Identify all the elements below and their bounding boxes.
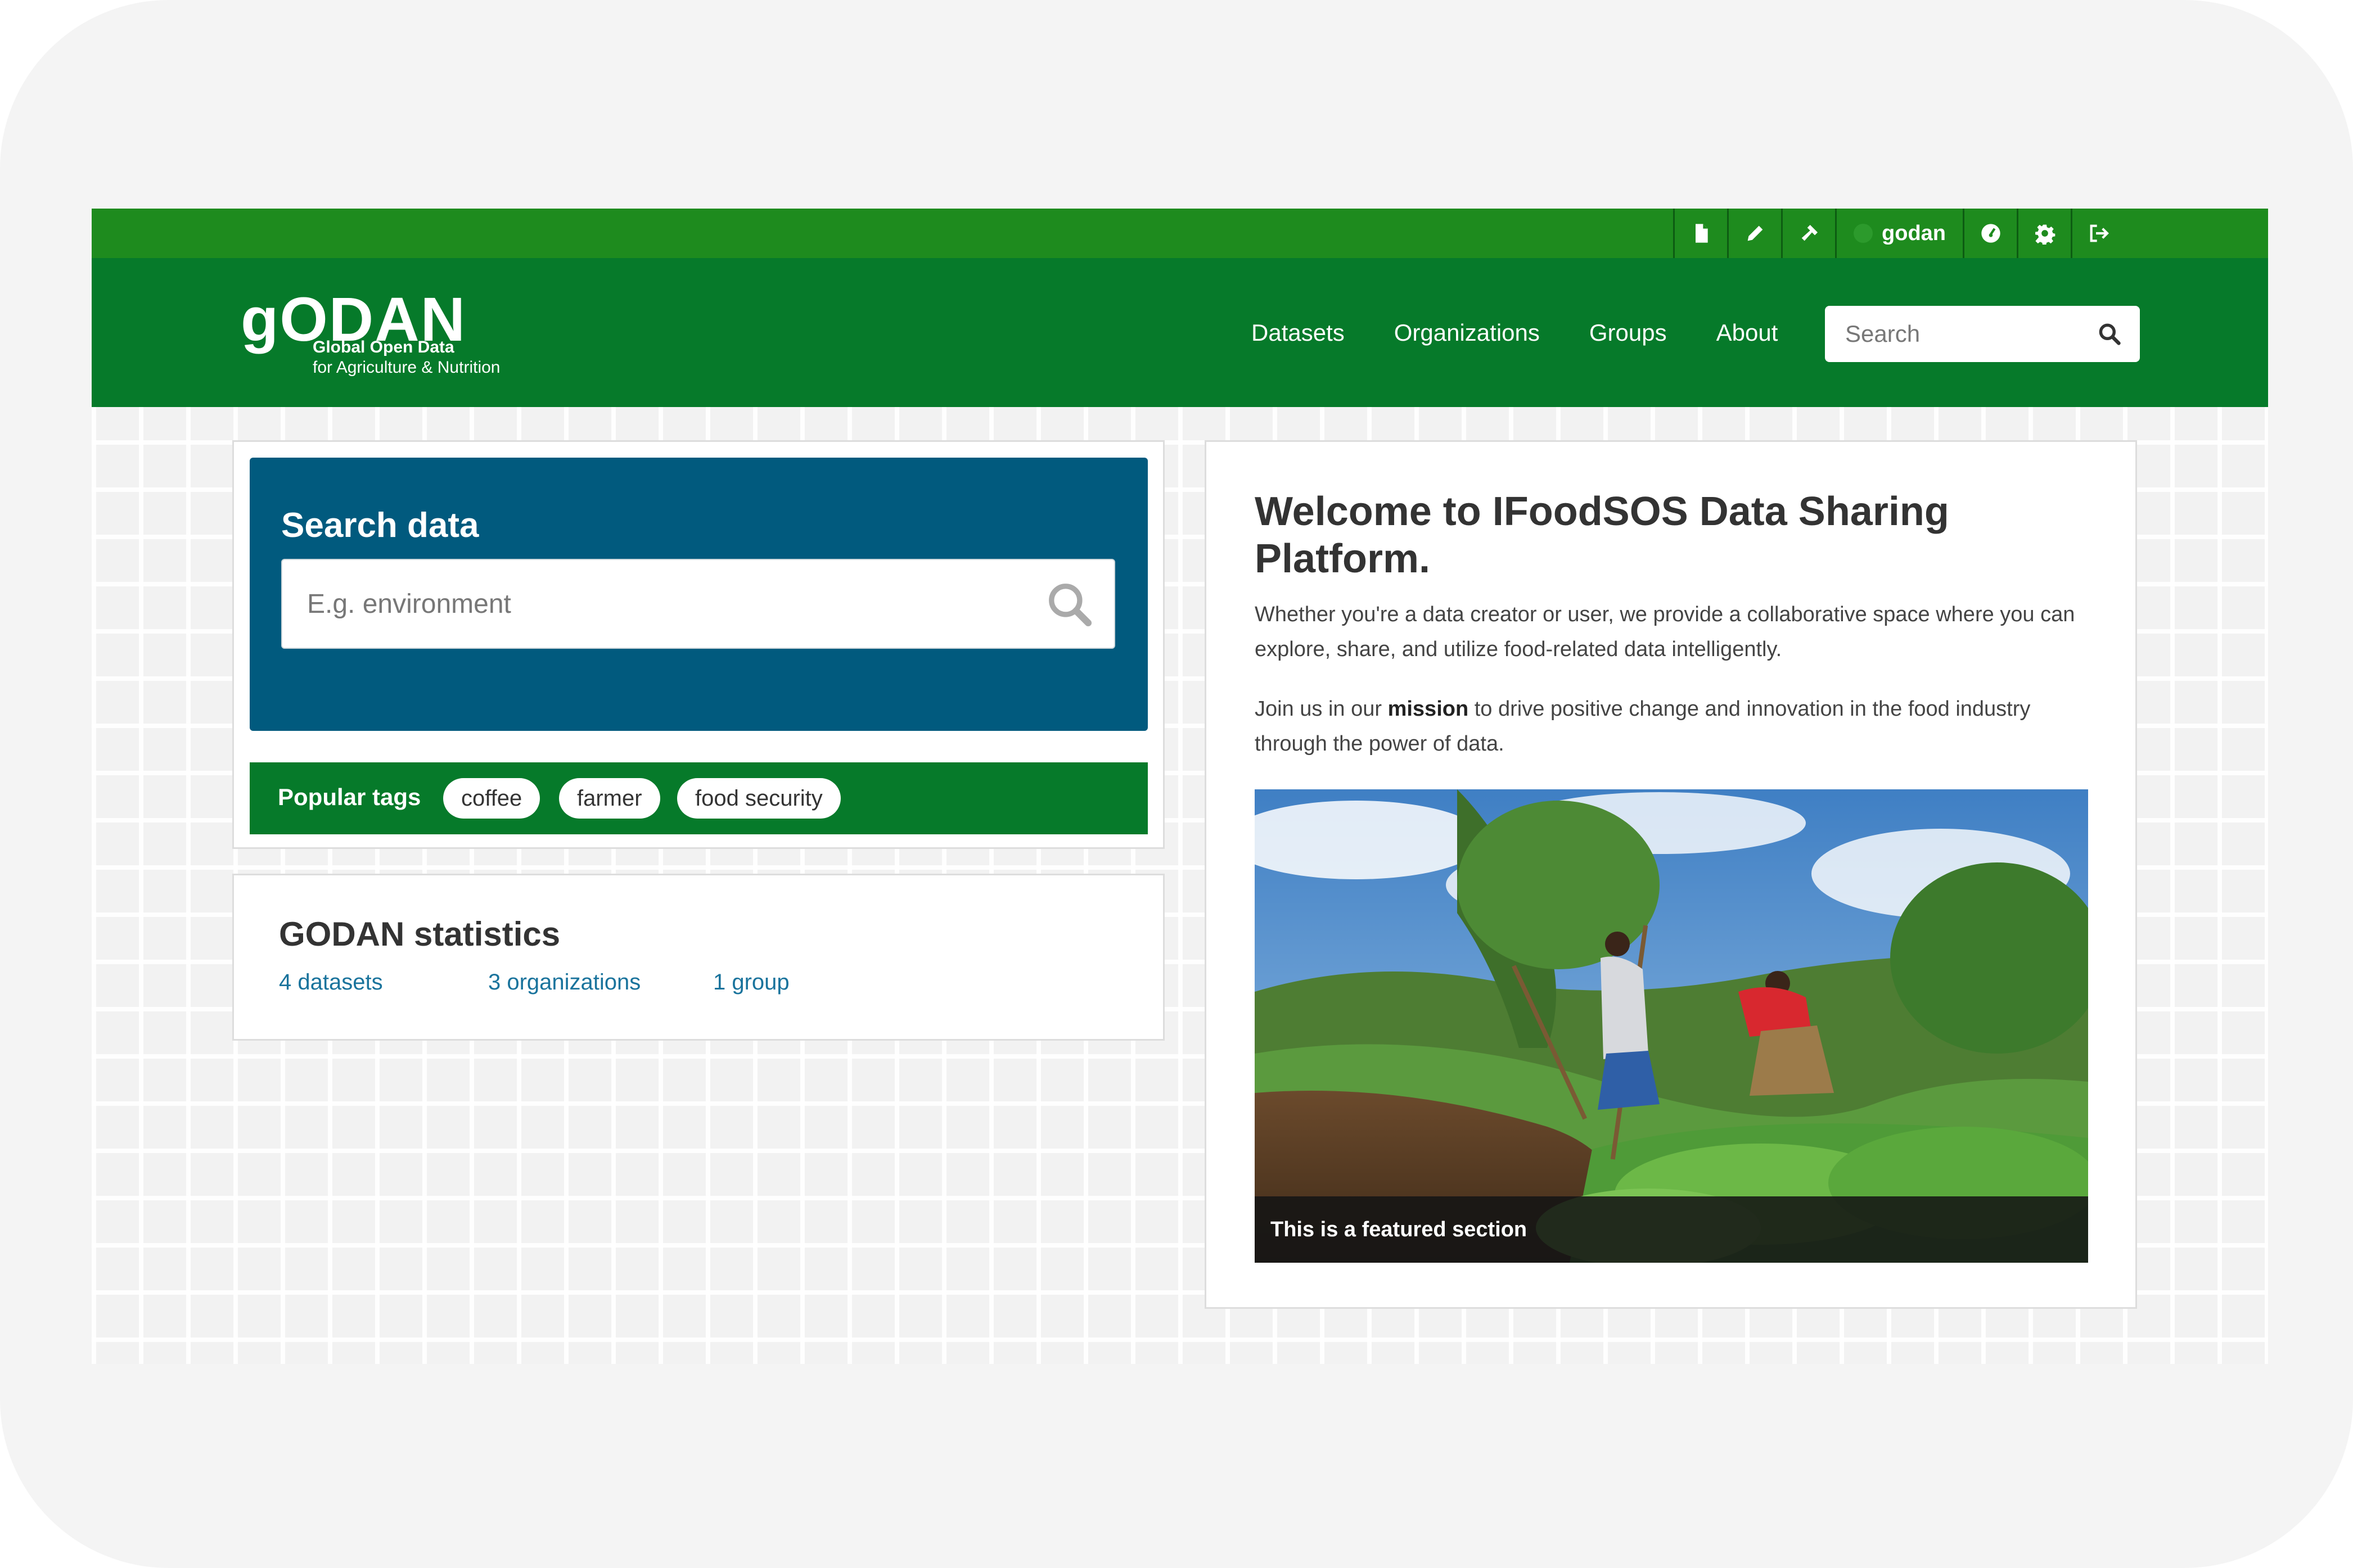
site-logo[interactable]: gODAN Global Open Data for Agriculture &…	[241, 286, 533, 387]
nav-datasets[interactable]: Datasets	[1251, 319, 1345, 346]
hammer-icon	[1801, 225, 1818, 241]
tag-food-security[interactable]: food security	[677, 778, 841, 819]
logo-subtitle-line2: for Agriculture & Nutrition	[313, 358, 501, 377]
welcome-mission-text: Join us in our mission to drive positive…	[1255, 692, 2087, 761]
tag-farmer[interactable]: farmer	[559, 778, 660, 819]
welcome-card: Welcome to IFoodSOS Data Sharing Platfor…	[1205, 440, 2137, 1309]
header-search	[1825, 306, 2140, 362]
pencil-icon	[1747, 225, 1763, 241]
settings-icon-button[interactable]	[2017, 209, 2071, 258]
stat-organizations-link[interactable]: 3 organizations	[488, 970, 641, 995]
site-page: godan gODAN Global Open Data for Agricul…	[92, 209, 2268, 1364]
mission-text-before: Join us in our	[1255, 697, 1388, 721]
nav-organizations[interactable]: Organizations	[1394, 319, 1540, 346]
search-card: Search data Popular tags coffee farmer f…	[232, 440, 1165, 849]
popular-tags-bar: Popular tags coffee farmer food security	[250, 762, 1148, 834]
dashboard-icon	[1981, 224, 2000, 243]
featured-caption-text: This is a featured section	[1270, 1218, 1527, 1241]
logout-icon-button[interactable]	[2071, 209, 2125, 258]
avatar-icon	[1854, 224, 1873, 243]
browser-frame: godan gODAN Global Open Data for Agricul…	[0, 0, 2353, 1568]
gear-icon	[2035, 224, 2055, 245]
header-search-input[interactable]	[1825, 306, 2072, 362]
featured-image[interactable]: This is a featured section	[1255, 789, 2088, 1263]
statistics-title: GODAN statistics	[279, 915, 561, 953]
stat-groups-link[interactable]: 1 group	[713, 970, 790, 995]
logo-subtitle-line1: Global Open Data	[313, 338, 454, 356]
welcome-intro-text: Whether you're a data creator or user, w…	[1255, 603, 2075, 661]
search-data-input[interactable]	[282, 560, 1013, 648]
mission-bold-word: mission	[1387, 697, 1469, 721]
welcome-title: Welcome to IFoodSOS Data Sharing Platfor…	[1255, 489, 1949, 581]
farmers-field-photo	[1255, 789, 2088, 1263]
edit-icon-button[interactable]	[1727, 209, 1781, 258]
username-label: godan	[1882, 221, 1946, 245]
file-icon-button[interactable]	[1673, 209, 1727, 258]
nav-about[interactable]: About	[1716, 319, 1778, 346]
user-account-link[interactable]: godan	[1835, 209, 1963, 258]
search-icon[interactable]	[1045, 580, 1094, 629]
account-toolbar: godan	[92, 209, 2268, 258]
featured-caption: This is a featured section	[1255, 1196, 2088, 1263]
file-icon	[1695, 224, 1708, 243]
popular-tags-label: Popular tags	[278, 784, 421, 810]
stat-datasets-link[interactable]: 4 datasets	[279, 970, 383, 995]
tag-coffee[interactable]: coffee	[443, 778, 540, 819]
sysadmin-icon-button[interactable]	[1781, 209, 1835, 258]
search-data-title: Search data	[281, 506, 479, 545]
search-data-field	[281, 559, 1115, 649]
main-nav: Datasets Organizations Groups About	[1251, 258, 1827, 407]
statistics-card: GODAN statistics 4 datasets 3 organizati…	[232, 874, 1165, 1041]
search-data-panel: Search data	[250, 458, 1148, 731]
dashboard-icon-button[interactable]	[1963, 209, 2017, 258]
nav-groups[interactable]: Groups	[1589, 319, 1667, 346]
search-icon[interactable]	[2097, 322, 2122, 346]
site-header: gODAN Global Open Data for Agriculture &…	[92, 258, 2268, 407]
logout-icon	[2090, 224, 2109, 242]
